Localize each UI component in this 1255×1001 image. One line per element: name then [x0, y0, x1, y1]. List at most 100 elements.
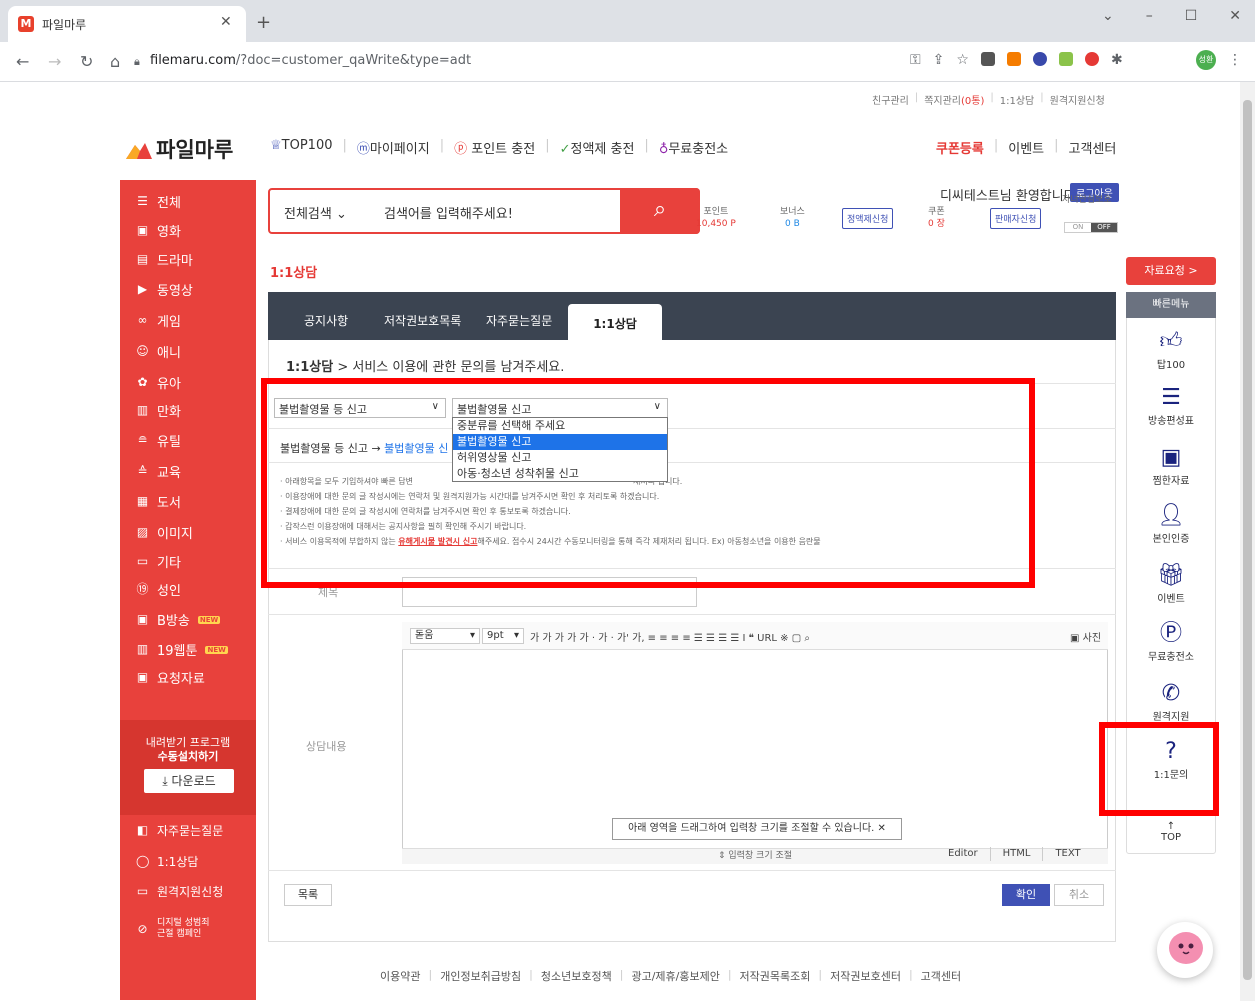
ext-icon[interactable] [1006, 52, 1021, 66]
nav-mypage[interactable]: ⓜ마이페이지 [357, 138, 430, 157]
sidebar-item-bj[interactable]: ▣ B방송 NEW [136, 610, 221, 629]
footer-link[interactable]: 청소년보호정책 [541, 968, 612, 984]
puzzle-icon[interactable]: ✱ [1111, 52, 1123, 68]
menu-dots-icon[interactable]: ⋮ [1228, 52, 1242, 68]
new-tab-icon[interactable]: + [256, 12, 271, 33]
search-category-select[interactable]: 전체검색 ⌄ [284, 203, 347, 222]
tab-faq[interactable]: 자주묻는질문 [486, 312, 552, 329]
share-icon[interactable]: ⇪ [933, 52, 945, 68]
sidebar-item-image[interactable]: ▨ 이미지 [136, 523, 193, 543]
coupon-stat[interactable]: 쿠폰 0 장 [928, 206, 945, 230]
size-select[interactable]: 9pt ▾ [482, 628, 524, 644]
message-link[interactable]: 쪽지관리(0통) [924, 92, 984, 107]
nav-event[interactable]: 이벤트 [1008, 138, 1044, 157]
ext-icon[interactable] [1058, 52, 1073, 66]
browser-tab[interactable]: M 파일마루 ✕ [8, 6, 246, 42]
quick-top100[interactable]: 👍︎ 탑100 [1126, 328, 1216, 371]
sidebar-item-kids[interactable]: ✿ 유아 [136, 373, 180, 393]
tab-notice[interactable]: 공지사항 [304, 312, 348, 329]
quick-favorites[interactable]: ▣ 찜한자료 [1126, 444, 1216, 487]
nav-top100[interactable]: ♕TOP100 [270, 138, 332, 157]
quick-verify[interactable]: 👤︎ 본인인증 [1126, 502, 1216, 545]
search-input[interactable]: 검색어를 입력해주세요! [384, 203, 513, 222]
bonus-stat[interactable]: 보너스 0 B [780, 206, 805, 230]
mode-html[interactable]: HTML [989, 847, 1043, 861]
sidebar-item-books[interactable]: ▦ 도서 [136, 492, 181, 512]
sidebar-item-all[interactable]: ☰ 전체 [136, 192, 181, 212]
lock-icon[interactable]: 🔒︎ [134, 55, 140, 69]
search-button[interactable]: ⌕ [620, 188, 700, 234]
url-field[interactable]: filemaru.com/?doc=customer_qaWrite&type=… [150, 53, 471, 68]
footer-link[interactable]: 저작권보호센터 [830, 968, 901, 984]
home-icon[interactable]: ⌂ [110, 52, 120, 71]
nav-coupon[interactable]: 쿠폰등록 [936, 138, 984, 157]
sidebar-item-adult[interactable]: ⑲ 성인 [136, 580, 180, 600]
footer-link[interactable]: 개인정보취급방침 [440, 968, 521, 984]
sidebar-item-edu[interactable]: ≙ 교육 [136, 462, 180, 482]
ext-icon[interactable] [1084, 52, 1099, 66]
sidebar-consult[interactable]: ◯ 1:1상담 [136, 853, 198, 870]
key-icon[interactable]: ⚿ [910, 52, 921, 68]
sidebar-item-movie[interactable]: ▣ 영화 [136, 221, 181, 241]
sidebar-item-anime[interactable]: ☺ 애니 [136, 342, 181, 362]
point-stat[interactable]: 포인트 10,450 P [696, 206, 736, 230]
site-logo[interactable]: 파일마루 [126, 134, 233, 164]
mode-text[interactable]: TEXT [1042, 847, 1092, 861]
tab-consult[interactable]: 1:1상담 [568, 304, 662, 340]
quick-remote[interactable]: ✆ 원격지원 [1126, 680, 1216, 723]
close-icon[interactable]: ✕ [878, 823, 886, 834]
tab-copyright[interactable]: 저작권보호목록 [384, 312, 461, 329]
mode-editor[interactable]: Editor [936, 847, 990, 861]
sidebar-item-drama[interactable]: ▤ 드라마 [136, 250, 193, 270]
consult-link[interactable]: 1:1상담 [1000, 92, 1035, 107]
sidebar-campaign[interactable]: ⊘ 디지털 성범죄 근절 캠페인 [136, 918, 236, 940]
sidebar-item-etc[interactable]: ▭ 기타 [136, 552, 181, 572]
sidebar-item-game[interactable]: ∞ 게임 [136, 311, 181, 331]
footer-link[interactable]: 광고/제휴/홍보제안 [631, 968, 719, 984]
chevron-down-icon[interactable]: ⌄ [1102, 8, 1114, 24]
remote-link[interactable]: 원격지원신청 [1050, 92, 1105, 107]
sidebar-faq[interactable]: ◧ 자주묻는질문 [136, 822, 223, 839]
confirm-button[interactable]: 확인 [1002, 884, 1050, 906]
nav-flat[interactable]: ✓정액제 충전 [560, 138, 635, 157]
forward-icon[interactable]: → [48, 52, 61, 71]
sidebar-item-util[interactable]: ≘ 유틸 [136, 431, 180, 451]
nav-point[interactable]: ⓟ 포인트 충전 [454, 138, 535, 157]
download-button[interactable]: ⤓ 다운로드 [144, 769, 234, 793]
ext-icon[interactable] [980, 52, 995, 66]
close-tab-icon[interactable]: ✕ [220, 14, 232, 30]
nav-support[interactable]: 고객센터 [1069, 138, 1117, 157]
sidebar-item-comic[interactable]: ▥ 만화 [136, 401, 181, 421]
footer-link[interactable]: 이용약관 [380, 968, 420, 984]
minimize-icon[interactable]: – [1146, 8, 1153, 24]
back-icon[interactable]: ← [16, 52, 29, 71]
close-window-icon[interactable]: ✕ [1229, 8, 1241, 24]
font-select[interactable]: 돋움 ▾ [410, 628, 480, 644]
footer-link[interactable]: 저작권목록조회 [740, 968, 811, 984]
sidebar-item-request[interactable]: ▣ 요청자료 [136, 668, 205, 688]
request-button[interactable]: 자료요청 > [1126, 257, 1216, 285]
ext-icon[interactable] [1032, 52, 1047, 66]
quick-top[interactable]: ↑ TOP [1126, 814, 1216, 843]
child-protect-toggle[interactable]: ON OFF [1064, 222, 1118, 233]
list-button[interactable]: 목록 [284, 884, 332, 906]
profile-avatar[interactable]: 성환 [1196, 50, 1216, 70]
editor-tools[interactable]: 가 가 가 가 가 · 가 · 가' 가, ≡ ≡ ≡ ≡ ☰ ☰ ☰ ☰ I … [530, 629, 810, 644]
photo-button[interactable]: ▣ 사진 [1070, 629, 1101, 644]
sidebar-remote[interactable]: ▭ 원격지원신청 [136, 883, 223, 900]
sidebar-item-video[interactable]: ▶ 동영상 [136, 280, 193, 300]
seller-button[interactable]: 판매자신청 [990, 208, 1042, 229]
quick-free[interactable]: Ⓟ 무료충전소 [1126, 620, 1216, 663]
quick-schedule[interactable]: ☰ 방송편성표 [1126, 384, 1216, 427]
cancel-button[interactable]: 취소 [1054, 884, 1104, 906]
friend-link[interactable]: 친구관리 [872, 92, 909, 107]
quick-event[interactable]: 🎁︎ 이벤트 [1126, 562, 1216, 605]
reload-icon[interactable]: ↻ [80, 52, 93, 71]
star-icon[interactable]: ☆ [956, 52, 969, 68]
scrollbar-thumb[interactable] [1243, 100, 1252, 980]
maximize-icon[interactable]: ☐ [1185, 8, 1198, 24]
sidebar-item-webtoon[interactable]: ▥ 19웹툰 NEW [136, 640, 228, 659]
nav-free[interactable]: ♁무료충전소 [659, 138, 728, 157]
footer-link[interactable]: 고객센터 [921, 968, 961, 984]
flat-rate-button[interactable]: 정액제신청 [842, 208, 894, 229]
